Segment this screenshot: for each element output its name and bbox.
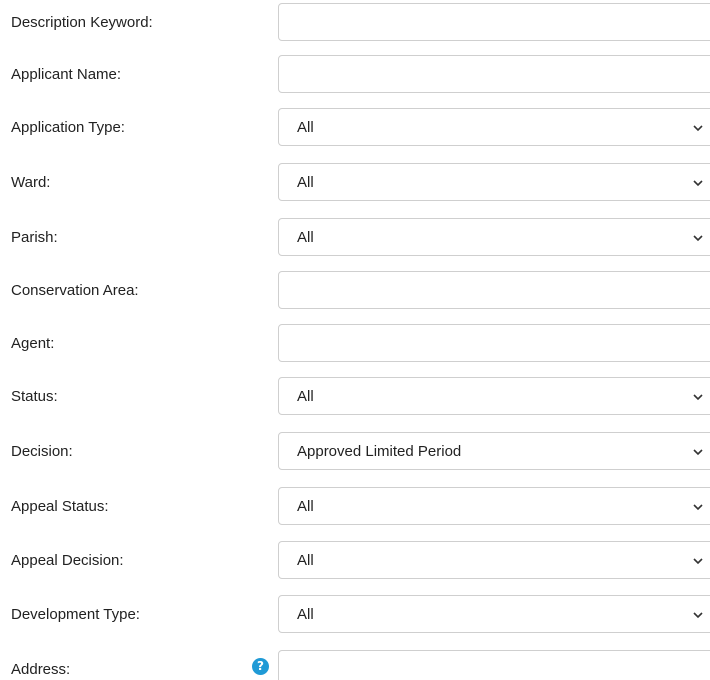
row-applicant-name: Applicant Name: <box>0 55 710 95</box>
parish-selected-value: All <box>297 229 314 246</box>
help-icon[interactable]: ? <box>252 658 269 675</box>
parish-label: Parish: <box>11 229 58 246</box>
decision-selected-value: Approved Limited Period <box>297 443 462 460</box>
applicant-name-field-wrapper <box>278 55 710 93</box>
row-appeal-status: Appeal Status: All <box>0 487 710 527</box>
row-application-type: Application Type: All <box>0 108 710 148</box>
description-keyword-label: Description Keyword: <box>11 14 153 31</box>
description-keyword-input[interactable] <box>279 4 710 40</box>
agent-label: Agent: <box>11 335 55 352</box>
ward-label: Ward: <box>11 174 51 191</box>
application-type-label: Application Type: <box>11 119 125 136</box>
appeal-status-select[interactable]: All <box>278 487 710 525</box>
conservation-area-input[interactable] <box>279 272 710 308</box>
chevron-down-icon <box>693 125 703 132</box>
status-selected-value: All <box>297 388 314 405</box>
parish-select[interactable]: All <box>278 218 710 256</box>
applicant-name-input[interactable] <box>279 56 710 92</box>
appeal-status-label: Appeal Status: <box>11 498 109 515</box>
application-type-selected-value: All <box>297 119 314 136</box>
chevron-down-icon <box>693 504 703 511</box>
appeal-decision-select[interactable]: All <box>278 541 710 579</box>
agent-input[interactable] <box>279 325 710 361</box>
development-type-selected-value: All <box>297 606 314 623</box>
row-conservation-area: Conservation Area: <box>0 271 710 311</box>
row-address: Address: ? <box>0 650 710 680</box>
address-input[interactable] <box>279 651 710 680</box>
development-type-label: Development Type: <box>11 606 140 623</box>
row-agent: Agent: <box>0 324 710 364</box>
agent-field-wrapper <box>278 324 710 362</box>
row-status: Status: All <box>0 377 710 417</box>
row-ward: Ward: All <box>0 163 710 203</box>
appeal-decision-label: Appeal Decision: <box>11 552 124 569</box>
ward-select[interactable]: All <box>278 163 710 201</box>
appeal-status-selected-value: All <box>297 498 314 515</box>
conservation-area-label: Conservation Area: <box>11 282 139 299</box>
conservation-area-field-wrapper <box>278 271 710 309</box>
row-decision: Decision: Approved Limited Period <box>0 432 710 472</box>
applicant-name-label: Applicant Name: <box>11 66 122 83</box>
decision-select[interactable]: Approved Limited Period <box>278 432 710 470</box>
application-type-select[interactable]: All <box>278 108 710 146</box>
chevron-down-icon <box>693 558 703 565</box>
ward-selected-value: All <box>297 174 314 191</box>
chevron-down-icon <box>693 394 703 401</box>
chevron-down-icon <box>693 612 703 619</box>
address-field-wrapper <box>278 650 710 680</box>
search-form: Description Keyword: Applicant Name: App… <box>0 0 710 680</box>
status-select[interactable]: All <box>278 377 710 415</box>
address-label: Address: <box>11 661 71 678</box>
chevron-down-icon <box>693 449 703 456</box>
row-parish: Parish: All <box>0 218 710 258</box>
appeal-decision-selected-value: All <box>297 552 314 569</box>
row-appeal-decision: Appeal Decision: All <box>0 541 710 581</box>
status-label: Status: <box>11 388 58 405</box>
row-description-keyword: Description Keyword: <box>0 3 710 43</box>
chevron-down-icon <box>693 235 703 242</box>
development-type-select[interactable]: All <box>278 595 710 633</box>
decision-label: Decision: <box>11 443 73 460</box>
description-keyword-field-wrapper <box>278 3 710 41</box>
chevron-down-icon <box>693 180 703 187</box>
row-development-type: Development Type: All <box>0 595 710 635</box>
